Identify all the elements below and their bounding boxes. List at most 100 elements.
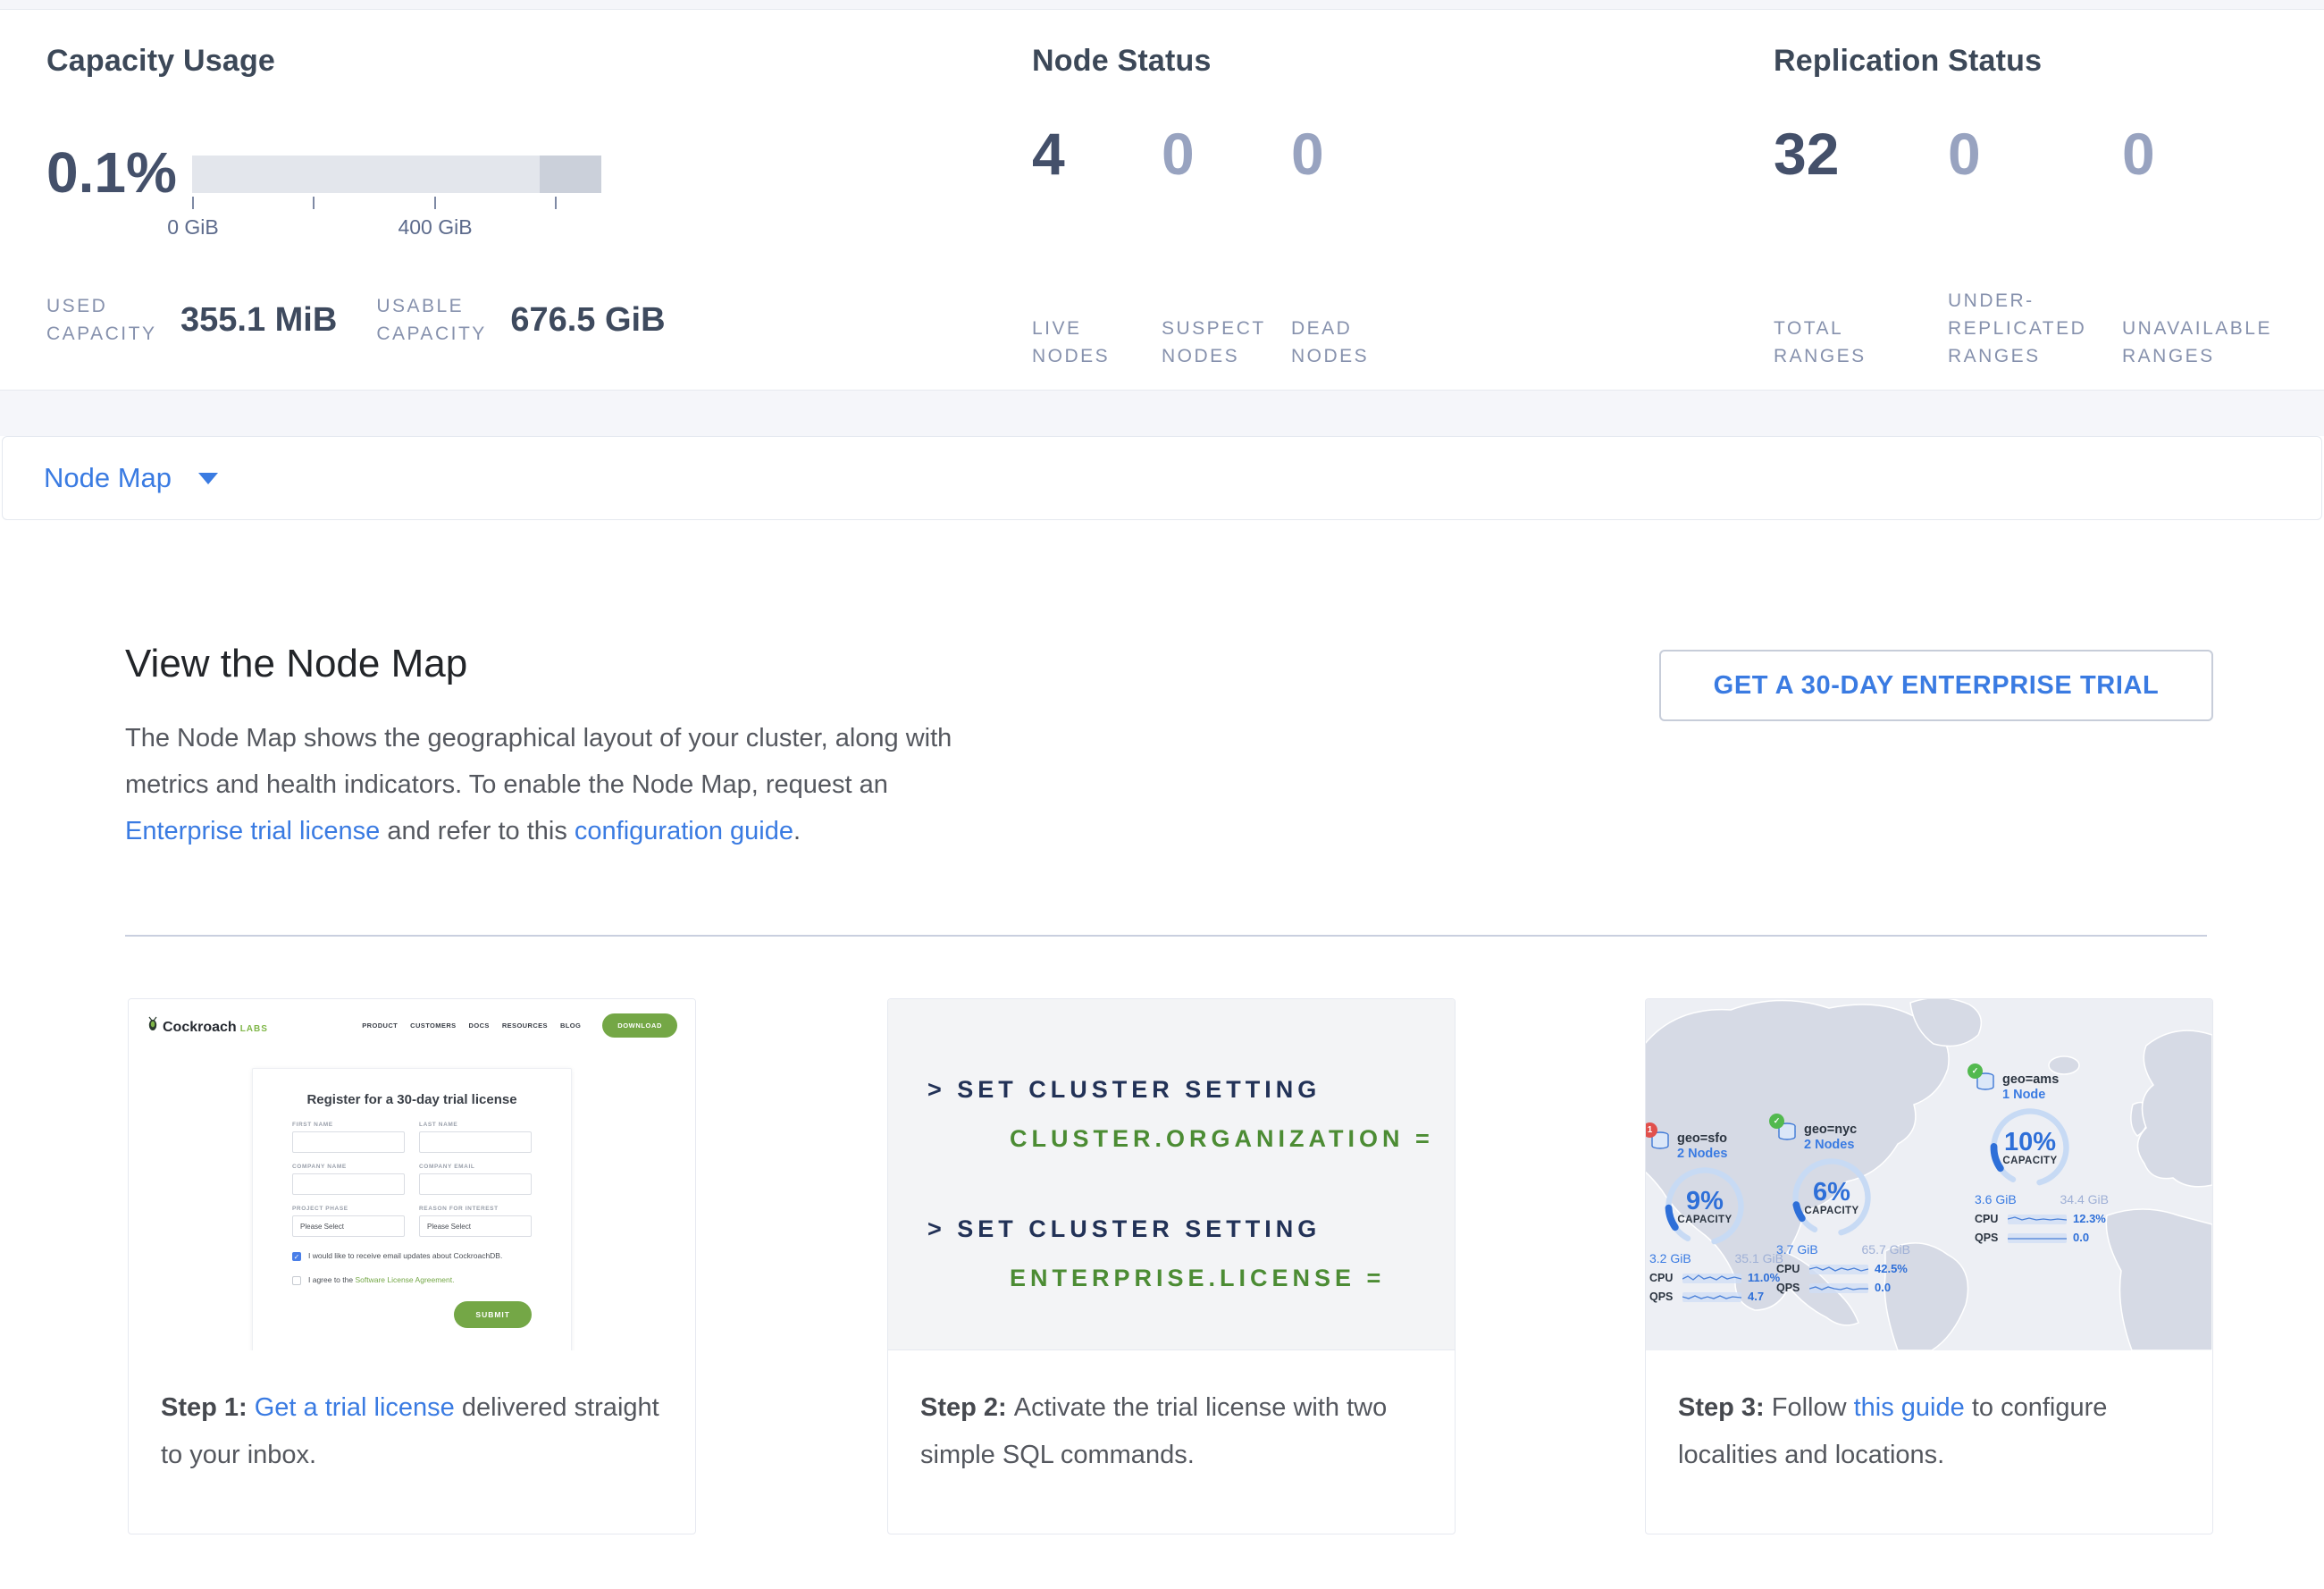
mini-first-name-label: FIRST NAME — [292, 1122, 405, 1128]
total-ranges-label: TOTAL RANGES — [1774, 315, 1881, 370]
live-nodes-label: LIVE NODES — [1032, 315, 1130, 370]
nodemap-view-selector[interactable]: Node Map — [2, 436, 2322, 520]
promo-text-3: . — [793, 817, 801, 845]
cockroach-labs-logo: Cockroach LABS — [147, 1016, 268, 1036]
capacity-tick — [313, 197, 315, 209]
used-capacity-value: 355.1 MiB — [180, 301, 337, 340]
dead-nodes-label: DEAD NODES — [1291, 315, 1389, 370]
healthy-badge-icon: ✓ — [1769, 1114, 1784, 1129]
mini-website-screenshot: Cockroach LABS PRODUCT CUSTOMERS DOCS RE… — [129, 999, 695, 1350]
cpu-value: 11.0% — [1748, 1271, 1780, 1284]
mini-company-name-label: COMPANY NAME — [292, 1164, 405, 1170]
mini-site-header: Cockroach LABS PRODUCT CUSTOMERS DOCS RE… — [147, 1013, 677, 1038]
capacity-percent: 9% — [1686, 1188, 1724, 1215]
qps-sparkline — [1682, 1291, 1741, 1303]
mini-reason-select: Please Select — [419, 1215, 532, 1237]
get-enterprise-trial-button[interactable]: GET A 30-DAY ENTERPRISE TRIAL — [1659, 650, 2213, 721]
qps-sparkline — [2008, 1232, 2067, 1244]
mini-project-phase-select: Please Select — [292, 1215, 405, 1237]
enterprise-trial-license-link[interactable]: Enterprise trial license — [125, 817, 380, 845]
mini-submit-row: SUBMIT — [292, 1301, 532, 1328]
mini-nav-docs: DOCS — [469, 1022, 490, 1030]
step2-prefix: Step 2: — [920, 1393, 1014, 1422]
locality-ams: ✓ geo=ams 1 Node — [1975, 1072, 2118, 1244]
nodemap-selector-label: Node Map — [44, 462, 172, 494]
locality-nyc: ✓ geo=nyc 2 Nodes — [1776, 1122, 1919, 1294]
top-strip — [0, 0, 2324, 9]
capacity-used: 3.6 GiB — [1975, 1192, 2017, 1206]
mini-company-name-input — [292, 1173, 405, 1195]
replication-status-title: Replication Status — [1774, 44, 2042, 79]
capacity-gauge: 6% CAPACITY — [1791, 1156, 1873, 1239]
capacity-tick-label-0: 0 GiB — [167, 215, 219, 240]
mini-license-agree-text: I agree to the Software License Agreemen… — [308, 1275, 455, 1284]
mini-nav-product: PRODUCT — [362, 1022, 398, 1030]
sql-line-2: CLUSTER.ORGANIZATION = — [1010, 1125, 1455, 1153]
this-guide-link[interactable]: this guide — [1854, 1393, 1965, 1422]
capacity-used: 3.2 GiB — [1649, 1251, 1691, 1265]
promo-description: The Node Map shows the geographical layo… — [125, 715, 987, 854]
qps-label: QPS — [1776, 1282, 1803, 1294]
promo-text-1: The Node Map shows the geographical layo… — [125, 724, 952, 799]
step3-mid: Follow — [1772, 1393, 1854, 1422]
usable-capacity-value: 676.5 GiB — [510, 301, 665, 340]
sql-line-3: > SET CLUSTER SETTING — [927, 1215, 1455, 1243]
cpu-sparkline — [1809, 1263, 1868, 1275]
capacity-tick — [555, 197, 557, 209]
mini-download-button: DOWNLOAD — [602, 1013, 677, 1038]
step2-caption: Step 2: Activate the trial license with … — [888, 1350, 1455, 1479]
mini-form-grid: FIRST NAME LAST NAME COMPANY NAME COMPAN… — [292, 1122, 532, 1237]
capacity-total: 65.7 GiB — [1862, 1242, 1910, 1257]
mini-license-agree-row: I agree to the Software License Agreemen… — [292, 1275, 532, 1285]
capacity-word: CAPACITY — [1804, 1206, 1858, 1216]
locality-node-count: 2 Nodes — [1804, 1138, 1857, 1153]
node-status-title: Node Status — [1032, 44, 1212, 79]
mini-license-agreement-link: Software License Agreement. — [355, 1275, 454, 1284]
cpu-label: CPU — [1975, 1213, 2001, 1225]
locality-node-count: 1 Node — [2002, 1088, 2059, 1103]
world-map: 1 geo=sfo 2 Nodes — [1646, 999, 2212, 1350]
mini-submit-button: SUBMIT — [454, 1301, 532, 1328]
capacity-gauge: 10% CAPACITY — [1989, 1106, 2071, 1189]
capacity-bar — [192, 156, 601, 193]
qps-value: 0.0 — [1875, 1281, 1891, 1294]
step3-thumbnail: 1 geo=sfo 2 Nodes — [1646, 999, 2212, 1350]
mini-checkbox-empty-icon — [292, 1276, 301, 1285]
cpu-label: CPU — [1649, 1272, 1676, 1284]
step3-caption: Step 3: Follow this guide to configure l… — [1646, 1350, 2212, 1479]
qps-label: QPS — [1975, 1232, 2001, 1244]
capacity-bar-other-segment — [540, 156, 601, 193]
capacity-word: CAPACITY — [2002, 1156, 2057, 1166]
unavailable-label: UNAVAILABLE RANGES — [2122, 315, 2296, 370]
mini-brand-suffix: LABS — [240, 1024, 268, 1034]
mini-nav-customers: CUSTOMERS — [410, 1022, 456, 1030]
suspect-nodes-count: 0 — [1162, 124, 1195, 183]
step2-thumbnail: > SET CLUSTER SETTING CLUSTER.ORGANIZATI… — [888, 999, 1455, 1350]
mini-last-name-label: LAST NAME — [419, 1122, 532, 1128]
mini-reason-label: REASON FOR INTEREST — [419, 1206, 532, 1212]
sql-line-1: > SET CLUSTER SETTING — [927, 1076, 1455, 1104]
section-gap — [0, 391, 2324, 436]
capacity-usage-title: Capacity Usage — [46, 44, 275, 79]
total-ranges-count: 32 — [1774, 124, 1839, 183]
get-trial-license-link[interactable]: Get a trial license — [255, 1393, 455, 1422]
mini-email-updates-row: ✓ I would like to receive email updates … — [292, 1251, 532, 1261]
locality-name: geo=ams — [2002, 1072, 2059, 1088]
cpu-value: 12.3% — [2073, 1212, 2106, 1225]
mini-checkbox-checked-icon: ✓ — [292, 1252, 301, 1261]
under-replicated-count: 0 — [1948, 124, 1981, 183]
cpu-label: CPU — [1776, 1263, 1803, 1275]
step1-thumbnail: Cockroach LABS PRODUCT CUSTOMERS DOCS RE… — [129, 999, 695, 1350]
mini-nav-resources: RESOURCES — [502, 1022, 548, 1030]
capacity-tick — [434, 197, 436, 209]
mini-site-nav: PRODUCT CUSTOMERS DOCS RESOURCES BLOG DO… — [362, 1013, 677, 1038]
capacity-used: 3.7 GiB — [1776, 1242, 1818, 1257]
cluster-overview-page: Capacity Usage 0.1% 0 GiB 400 GiB USED C… — [0, 0, 2324, 1589]
sql-line-4: ENTERPRISE.LICENSE = — [1010, 1265, 1455, 1292]
step2-card: > SET CLUSTER SETTING CLUSTER.ORGANIZATI… — [887, 998, 1456, 1534]
configuration-guide-link[interactable]: configuration guide — [575, 817, 793, 845]
dead-nodes-count: 0 — [1291, 124, 1324, 183]
capacity-word: CAPACITY — [1677, 1215, 1732, 1225]
qps-value: 4.7 — [1748, 1290, 1764, 1303]
promo-text-2: and refer to this — [380, 817, 575, 845]
